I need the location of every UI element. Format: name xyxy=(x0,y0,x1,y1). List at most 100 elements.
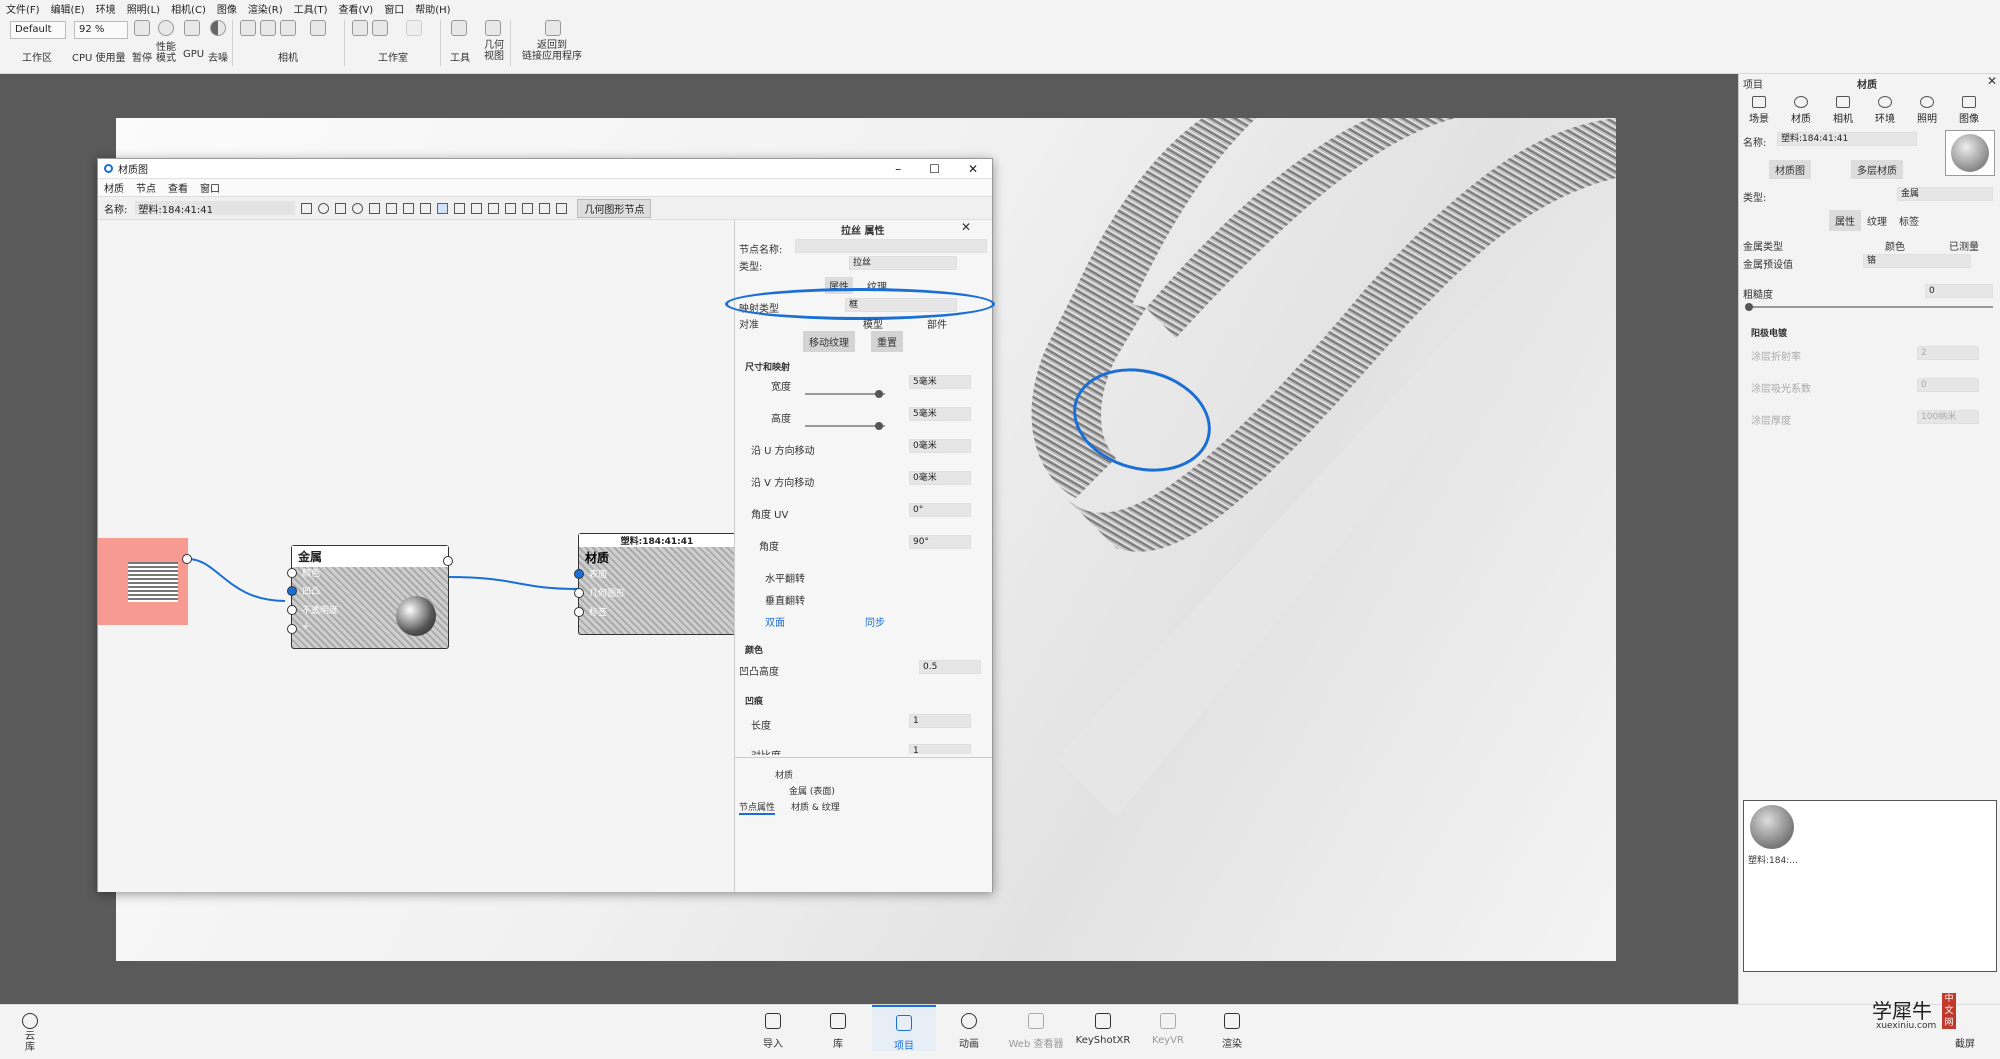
geometry-port[interactable] xyxy=(574,588,584,598)
library-button[interactable]: 库 xyxy=(806,1013,870,1050)
grid-icon[interactable] xyxy=(539,202,551,214)
tree-item-material[interactable]: 材质 xyxy=(775,768,793,781)
contrast-field[interactable]: 1 xyxy=(909,744,971,756)
hflip-toggle[interactable]: 水平翻转 xyxy=(765,570,805,585)
menu-tools[interactable]: 工具(T) xyxy=(294,1,328,16)
color-port[interactable] xyxy=(287,568,297,578)
minimize-icon[interactable]: – xyxy=(895,162,901,176)
height-field[interactable]: 5毫米 xyxy=(909,407,971,421)
anodize-checkbox[interactable]: 阳极电镀 xyxy=(1751,326,1787,339)
tab-material[interactable]: 材质 xyxy=(1781,96,1821,125)
subtab-properties[interactable]: 属性 xyxy=(1829,210,1861,231)
workspace-select[interactable]: Default xyxy=(10,21,66,39)
sync-toggle[interactable]: 同步 xyxy=(865,614,885,629)
import-button[interactable]: 导入 xyxy=(741,1013,805,1050)
label-port[interactable] xyxy=(574,607,584,617)
pause-icon[interactable] xyxy=(134,20,150,36)
link-back-icon[interactable] xyxy=(545,20,561,36)
geometry-node-button[interactable]: 几何图形节点 xyxy=(577,198,652,218)
reset-button[interactable]: 重置 xyxy=(871,331,903,352)
tab-environment[interactable]: 环境 xyxy=(1865,96,1905,125)
props-close-icon[interactable]: ✕ xyxy=(961,220,971,234)
tab-node-properties[interactable]: 节点属性 xyxy=(739,800,776,815)
coat-ior-field[interactable]: 2 xyxy=(1917,346,1979,360)
camera-zoom-icon[interactable] xyxy=(310,20,326,36)
tab-camera[interactable]: 相机 xyxy=(1823,96,1863,125)
maximize-icon[interactable]: ☐ xyxy=(929,162,940,176)
double-sided-toggle[interactable]: 双面 xyxy=(765,614,785,629)
close-icon[interactable]: ✕ xyxy=(968,162,978,176)
animation-button[interactable]: 动画 xyxy=(937,1013,1001,1050)
fit-icon[interactable] xyxy=(522,202,534,214)
save-icon[interactable] xyxy=(301,202,313,214)
menu-node[interactable]: 节点 xyxy=(136,180,156,195)
height-slider[interactable] xyxy=(805,422,885,430)
connect-icon[interactable] xyxy=(471,202,483,214)
menu-material[interactable]: 材质 xyxy=(104,180,124,195)
surface-port[interactable] xyxy=(574,569,584,579)
menu-window[interactable]: 窗口 xyxy=(384,1,404,16)
history-icon[interactable] xyxy=(352,202,364,214)
web-viewer-button[interactable]: Web 查看器 xyxy=(1004,1013,1068,1050)
name-field[interactable]: 塑料:184:41:41 xyxy=(135,201,296,216)
metal-type-measured-radio[interactable]: 已测量 xyxy=(1949,238,1979,253)
bump-height-field[interactable]: 0.5 xyxy=(919,660,981,674)
studio-icon[interactable] xyxy=(352,20,368,36)
panel-close-icon[interactable]: ✕ xyxy=(1987,74,1997,88)
menu-render[interactable]: 渲染(R) xyxy=(248,1,283,16)
length-field[interactable]: 1 xyxy=(909,714,971,728)
metal-output-port[interactable] xyxy=(443,556,453,566)
width-field[interactable]: 5毫米 xyxy=(909,375,971,389)
menu-light[interactable]: 照明(L) xyxy=(127,1,160,16)
material-graph-button[interactable]: 材质图 xyxy=(1769,160,1811,179)
material-name-field[interactable]: 塑料:184:41:41 xyxy=(1777,132,1917,146)
width-slider[interactable] xyxy=(805,390,885,398)
render-button[interactable]: 渲染 xyxy=(1200,1013,1264,1050)
menu-help[interactable]: 帮助(H) xyxy=(415,1,450,16)
nodes-icon[interactable] xyxy=(454,202,466,214)
scratch-section-header[interactable]: 凹痕 xyxy=(745,694,763,707)
roughness-field[interactable]: 0 xyxy=(1925,284,1993,298)
angle-field[interactable]: 90° xyxy=(909,535,971,549)
tree-icon[interactable] xyxy=(488,202,500,214)
coat-thickness-field[interactable]: 100纳米 xyxy=(1917,410,1979,424)
keyvr-button[interactable]: KeyVR xyxy=(1136,1013,1200,1046)
menu-view[interactable]: 查看 xyxy=(168,180,188,195)
texture-node[interactable] xyxy=(98,538,192,625)
camera-add-icon[interactable] xyxy=(260,20,276,36)
size-section-header[interactable]: 尺寸和映射 xyxy=(745,360,790,373)
sphere-icon[interactable] xyxy=(318,202,330,214)
layout-icon[interactable] xyxy=(420,202,432,214)
geom-view-icon[interactable] xyxy=(485,20,501,36)
vflip-toggle[interactable]: 垂直翻转 xyxy=(765,592,805,607)
menu-image[interactable]: 图像 xyxy=(217,1,237,16)
width-slider-knob[interactable] xyxy=(875,390,883,398)
node-name-field[interactable] xyxy=(795,239,987,253)
material-type-select[interactable]: 金属 xyxy=(1897,187,1993,201)
height-slider-knob[interactable] xyxy=(875,422,883,430)
menu-file[interactable]: 文件(F) xyxy=(6,1,40,16)
subtab-label[interactable]: 标签 xyxy=(1893,210,1925,231)
subtab-texture[interactable]: 纹理 xyxy=(1861,210,1893,231)
screenshot-button[interactable]: 截屏 xyxy=(1940,1035,1990,1050)
move-texture-button[interactable]: 移动纹理 xyxy=(803,331,855,352)
project-button[interactable]: 项目 xyxy=(872,1005,936,1052)
opacity-port[interactable] xyxy=(287,605,297,615)
material-node[interactable]: 塑料:184:41:41 材质 表面 几何图形 标签 xyxy=(574,533,736,635)
menu-edit[interactable]: 编辑(E) xyxy=(51,1,85,16)
align-part-radio[interactable]: 部件 xyxy=(927,316,947,331)
u-move-field[interactable]: 0毫米 xyxy=(909,439,971,453)
cloud-library-button[interactable]: 云 库 xyxy=(10,1013,50,1053)
align-model-radio[interactable]: 模型 xyxy=(863,316,883,331)
studio-add-icon[interactable] xyxy=(372,20,388,36)
color-section-header[interactable]: 颜色 xyxy=(745,643,763,656)
tab-lighting[interactable]: 照明 xyxy=(1907,96,1947,125)
keyshotxr-button[interactable]: KeyShotXR xyxy=(1070,1013,1136,1046)
multi-layer-button[interactable]: 多层材质 xyxy=(1851,160,1903,179)
node-view-icon[interactable] xyxy=(437,202,449,214)
tab-material-texture[interactable]: 材质 & 纹理 xyxy=(791,800,840,813)
metal-node[interactable]: 金属 颜色 凹凸 不透明度 + xyxy=(287,545,453,649)
material-thumb[interactable] xyxy=(1750,805,1794,849)
studio-next-icon[interactable] xyxy=(406,20,422,36)
tab-scene[interactable]: 场景 xyxy=(1739,96,1779,125)
